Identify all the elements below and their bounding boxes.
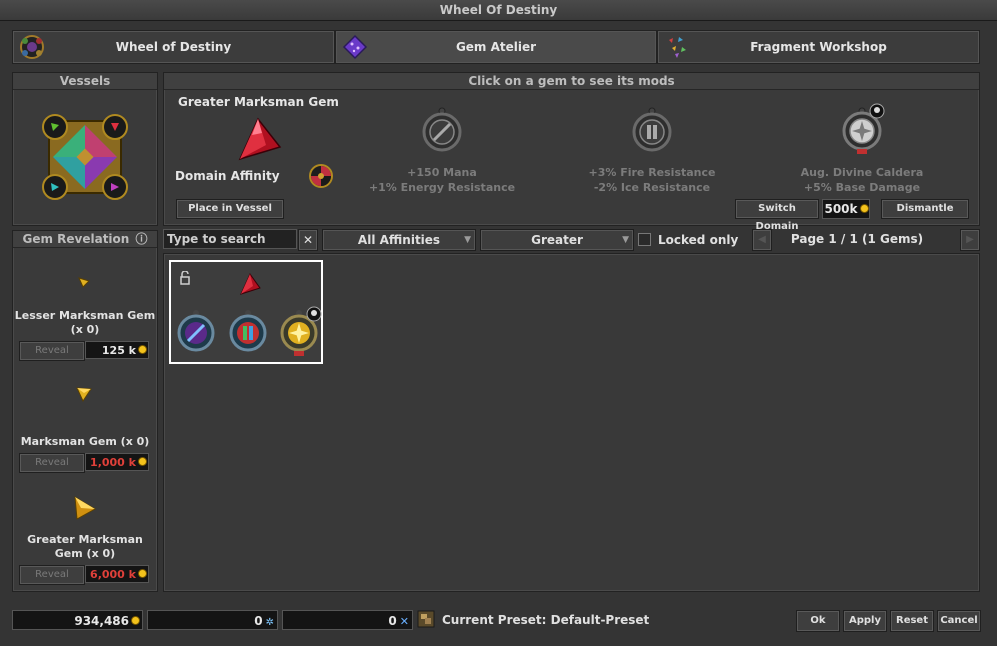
lesser-gem-icon bbox=[78, 277, 90, 288]
page-indicator: Page 1 / 1 (1 Gems) bbox=[790, 232, 924, 246]
window-title: Wheel Of Destiny bbox=[0, 0, 997, 21]
tab-label: Gem Atelier bbox=[455, 40, 537, 54]
cost-value: 125 k bbox=[101, 344, 136, 357]
tab-gem-atelier[interactable]: Gem Atelier bbox=[335, 30, 657, 64]
switch-cost-value: 500k bbox=[824, 202, 858, 216]
prev-page-button[interactable]: ◀ bbox=[752, 229, 772, 251]
reveal-lesser-button[interactable]: Reveal bbox=[19, 341, 85, 361]
gold-coin-icon bbox=[139, 458, 146, 465]
mod-1-line-2: +1% Energy Resistance bbox=[368, 181, 516, 194]
mod-supreme-icon bbox=[229, 310, 267, 352]
domain-affinity-label: Domain Affinity bbox=[175, 169, 280, 183]
preset-icon[interactable] bbox=[416, 609, 436, 629]
reset-button[interactable]: Reset bbox=[890, 610, 934, 632]
gem-name: Greater Marksman Gem bbox=[178, 95, 339, 109]
mod-2-line-1: +3% Fire Resistance bbox=[588, 166, 716, 179]
mod-augment-icon bbox=[280, 306, 322, 356]
affinity-value: All Affinities bbox=[357, 233, 441, 247]
dust-icon: ✲ bbox=[265, 617, 274, 628]
locked-only-label: Locked only bbox=[658, 233, 739, 247]
cost-value: 6,000 k bbox=[90, 568, 136, 581]
mod-slot-basic-icon[interactable] bbox=[421, 107, 463, 153]
dust-balance: 0 ✲ bbox=[147, 610, 278, 630]
affinity-dropdown[interactable]: All Affinities ▼ bbox=[322, 229, 476, 251]
switch-domain-cost: 500k bbox=[822, 199, 870, 219]
ok-button[interactable]: Ok bbox=[796, 610, 840, 632]
reveal-marksman-button[interactable]: Reveal bbox=[19, 453, 85, 473]
gold-coin-icon bbox=[132, 617, 139, 624]
greater-marksman-gem-icon bbox=[74, 496, 96, 520]
chevron-down-icon: ▼ bbox=[622, 235, 629, 245]
gold-value: 934,486 bbox=[74, 614, 129, 628]
gold-coin-icon bbox=[860, 205, 868, 212]
reveal-marksman-cost: 1,000 k bbox=[85, 453, 149, 471]
switch-domain-button[interactable]: Switch Domain bbox=[735, 199, 819, 232]
search-placeholder: Type to search bbox=[167, 232, 266, 246]
mod-3-line-2: +5% Base Damage bbox=[803, 181, 921, 194]
grade-dropdown[interactable]: Greater ▼ bbox=[480, 229, 634, 251]
mod-slot-supreme-icon[interactable] bbox=[631, 107, 673, 153]
reveal-greater-cost: 6,000 k bbox=[85, 565, 149, 583]
slivers-balance: 0 ✕ bbox=[282, 610, 413, 630]
fragment-icon bbox=[669, 37, 686, 58]
unlock-icon[interactable] bbox=[179, 271, 191, 285]
mod-3-line-1: Aug. Divine Caldera bbox=[800, 166, 924, 179]
domain-affinity-icon bbox=[309, 164, 333, 188]
chevron-down-icon: ▼ bbox=[464, 235, 471, 245]
gem-red-icon bbox=[240, 273, 261, 295]
marksman-gem-icon bbox=[76, 387, 92, 403]
greater-marksman-gem-label: Greater Marksman Gem (x 0) bbox=[27, 533, 143, 560]
tab-label: Fragment Workshop bbox=[750, 40, 887, 54]
tab-fragment-workshop[interactable]: Fragment Workshop bbox=[657, 30, 980, 64]
mod-1-line-1: +150 Mana bbox=[407, 166, 477, 179]
greater-gem-icon bbox=[238, 117, 282, 161]
reveal-lesser-cost: 125 k bbox=[85, 341, 149, 359]
mod-slot-augment-icon[interactable] bbox=[841, 103, 887, 155]
locked-only-checkbox[interactable] bbox=[638, 233, 651, 246]
gold-coin-icon bbox=[139, 346, 146, 353]
gold-balance: 934,486 bbox=[12, 610, 143, 630]
reveal-greater-button[interactable]: Reveal bbox=[19, 565, 85, 585]
dust-value: 0 bbox=[254, 614, 263, 628]
gem-revelation-panel: Gem Revelation ⓘ Lesser Marksman Gem (x … bbox=[12, 230, 158, 592]
tab-label: Wheel of Destiny bbox=[115, 40, 232, 54]
cost-value: 1,000 k bbox=[90, 456, 136, 469]
wheel-icon bbox=[20, 35, 44, 59]
vessels-title: Vessels bbox=[13, 73, 157, 90]
apply-button[interactable]: Apply bbox=[843, 610, 887, 632]
info-icon[interactable]: ⓘ bbox=[136, 232, 148, 246]
grade-value: Greater bbox=[531, 233, 583, 247]
vessels-panel: Vessels bbox=[12, 72, 158, 226]
gem-revelation-header: Gem Revelation ⓘ bbox=[13, 231, 157, 248]
gem-hint: Click on a gem to see its mods bbox=[164, 73, 979, 90]
tab-wheel-of-destiny[interactable]: Wheel of Destiny bbox=[12, 30, 335, 64]
dismantle-button[interactable]: Dismantle bbox=[881, 199, 969, 219]
vessel-wheel-icon[interactable] bbox=[39, 111, 131, 203]
gem-card-selected[interactable] bbox=[169, 260, 323, 364]
slivers-value: 0 bbox=[388, 614, 397, 628]
gold-coin-icon bbox=[139, 570, 146, 577]
search-input[interactable]: Type to search bbox=[163, 229, 297, 249]
lesser-gem-label: Lesser Marksman Gem (x 0) bbox=[14, 309, 156, 336]
mod-basic-icon bbox=[177, 310, 215, 352]
mod-2-line-2: -2% Ice Resistance bbox=[593, 181, 711, 194]
marksman-gem-label: Marksman Gem (x 0) bbox=[20, 435, 150, 448]
next-page-button[interactable]: ▶ bbox=[960, 229, 980, 251]
sliver-icon: ✕ bbox=[399, 615, 409, 628]
place-in-vessel-button[interactable]: Place in Vessel bbox=[176, 199, 284, 219]
current-preset-label: Current Preset: Default-Preset bbox=[442, 613, 650, 627]
cancel-button[interactable]: Cancel bbox=[937, 610, 981, 632]
gem-atelier-icon bbox=[342, 34, 368, 60]
clear-search-button[interactable]: ✕ bbox=[298, 229, 318, 251]
gem-detail-panel: Click on a gem to see its mods Greater M… bbox=[163, 72, 980, 232]
gem-revelation-title: Gem Revelation bbox=[22, 232, 130, 246]
